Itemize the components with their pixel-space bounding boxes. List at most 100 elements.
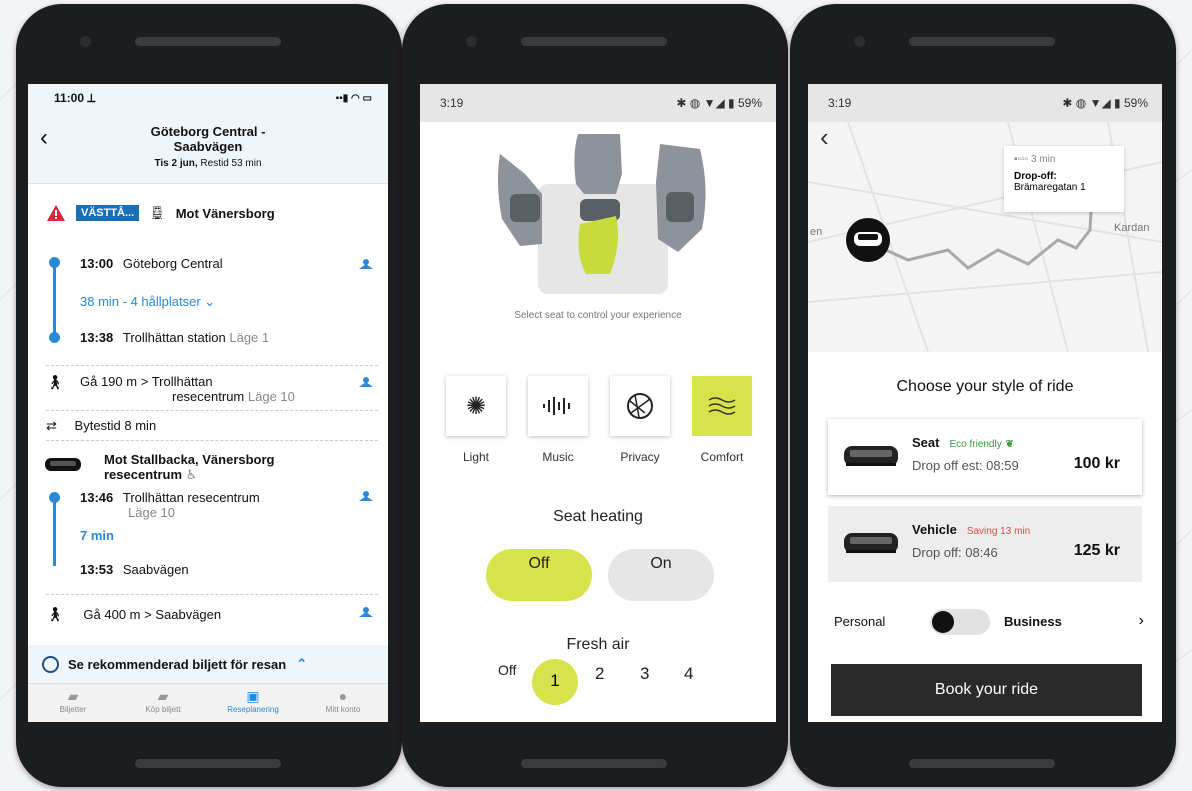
status-bar: 3:19 ✱ ◍ ▼◢ ▮ 59% bbox=[808, 84, 1162, 122]
stops-summary: 38 min - 4 hållplatser bbox=[80, 294, 201, 309]
leg2-arrival-row[interactable]: 13:53 Saabvägen bbox=[80, 562, 189, 577]
ride-option-price: 125 kr bbox=[1073, 542, 1120, 559]
callout-eta: 3 min bbox=[1030, 154, 1056, 165]
walk-row[interactable]: 🚶︎ Gå 190 m > Trollhättan resecentrum Lä… bbox=[46, 374, 346, 404]
map-pin-icon[interactable] bbox=[358, 490, 374, 502]
leg2-departure-time: 13:46 bbox=[80, 490, 114, 505]
line-direction: Mot Vänersborg bbox=[175, 205, 275, 221]
eco-friendly-tag: Eco friendly bbox=[949, 439, 1002, 450]
tab-biljetter[interactable]: ▰ Biljetter bbox=[28, 684, 118, 722]
route-stop-dot bbox=[49, 492, 60, 503]
status-time: 3:19 bbox=[440, 96, 464, 110]
camera bbox=[80, 36, 91, 47]
vehicle-icon bbox=[844, 446, 898, 466]
speaker bbox=[135, 37, 281, 46]
fresh-air-level-3[interactable]: 3 bbox=[640, 664, 649, 684]
walk-platform: Läge 10 bbox=[247, 389, 295, 404]
trip-subtitle: Tis 2 jun, Restid 53 min bbox=[28, 158, 388, 169]
callout-title: Drop-off: bbox=[1014, 171, 1057, 182]
leg2-direction-line1: Mot Stallbacka, Vänersborg bbox=[104, 452, 275, 467]
ride-style-heading: Choose your style of ride bbox=[896, 378, 1074, 395]
fresh-air-level-2[interactable]: 2 bbox=[595, 664, 604, 684]
map-street-label: Kardan bbox=[1114, 222, 1150, 234]
leg2-direction[interactable]: Mot Stallbacka, Vänersborg resecentrum ♿… bbox=[104, 452, 275, 482]
personal-label: Personal bbox=[834, 614, 886, 629]
ride-option-name: Seat bbox=[912, 435, 940, 450]
leaf-icon: ❦ bbox=[1005, 439, 1014, 450]
walk-distance: Gå 190 m bbox=[80, 374, 138, 389]
leg2-departure-stop: Trollhättan resecentrum bbox=[122, 490, 260, 505]
recommended-ticket-bar[interactable]: Se rekommenderad biljett för resan ⌃ bbox=[28, 645, 388, 683]
walk2-row[interactable]: 🚶︎ Gå 400 m > Saabvägen bbox=[46, 606, 221, 623]
walk2-distance: Gå 400 m bbox=[83, 607, 141, 622]
back-icon[interactable]: ‹ bbox=[820, 122, 829, 153]
chevron-right-icon[interactable]: › bbox=[1139, 612, 1144, 630]
transfer-time: Bytestid 8 min bbox=[74, 418, 157, 433]
tab-kop-biljett[interactable]: ▰ Köp biljett bbox=[118, 684, 208, 722]
accessible-icon: ♿︎ bbox=[185, 467, 198, 482]
vehicle-icon bbox=[844, 533, 898, 553]
trip-duration: Restid 53 min bbox=[200, 158, 262, 169]
walk-dest-line2: resecentrum bbox=[172, 389, 245, 404]
option-comfort[interactable]: Comfort bbox=[692, 376, 752, 464]
route-stop-dot bbox=[49, 257, 60, 268]
fresh-air-level-1[interactable]: 1 bbox=[532, 659, 578, 705]
seat-heating-on-button[interactable]: On bbox=[608, 549, 714, 601]
option-label: Music bbox=[542, 450, 574, 464]
route-line bbox=[53, 496, 56, 566]
saving-time-tag: Saving 13 min bbox=[966, 526, 1031, 537]
seat-layout-image[interactable] bbox=[480, 134, 720, 294]
battery-level: 59% bbox=[1123, 96, 1148, 110]
tab-label: Reseplanering bbox=[227, 705, 279, 714]
waveform-icon bbox=[528, 376, 588, 436]
ride-option-name: Vehicle bbox=[912, 522, 957, 537]
arrival-platform: Läge 1 bbox=[229, 330, 270, 345]
phone-frame-3: 3:19 ✱ ◍ ▼◢ ▮ 59% en Kardan ‹ ▪▫▫▫ 3 min… bbox=[790, 4, 1176, 787]
ride-option-eta: Drop off: 08:46 bbox=[912, 545, 998, 560]
route-line bbox=[53, 260, 56, 336]
phone-frame-1: 11:00 ⟂ ▪▪▮ ◠ ▭ ‹ Göteborg Central - Saa… bbox=[16, 4, 402, 787]
back-icon[interactable]: ‹ bbox=[40, 124, 48, 152]
account-type-row: Personal Business › bbox=[834, 609, 1144, 637]
map-pin-icon[interactable] bbox=[358, 606, 374, 618]
toggle-knob bbox=[932, 611, 954, 633]
tab-mitt-konto[interactable]: ● Mitt konto bbox=[298, 684, 388, 722]
callout-address: Brämaregatan 1 bbox=[1014, 182, 1086, 193]
map-pin-icon[interactable] bbox=[358, 258, 374, 270]
ride-option-vehicle[interactable]: Vehicle Saving 13 min Drop off: 08:46 125… bbox=[828, 506, 1142, 582]
line-info-row[interactable]: VÄSTTÅ... 🚆︎ Mot Vänersborg bbox=[46, 204, 275, 222]
walk2-dest: Saabvägen bbox=[155, 607, 222, 622]
map-pin-icon[interactable] bbox=[358, 376, 374, 388]
book-ride-button[interactable]: Book your ride bbox=[831, 664, 1142, 716]
tab-label: Köp biljett bbox=[145, 705, 181, 714]
arrival-time: 13:38 bbox=[80, 330, 114, 345]
battery-level: 59% bbox=[737, 96, 762, 110]
option-light[interactable]: ✺ Light bbox=[446, 376, 506, 464]
fresh-air-off[interactable]: Off bbox=[498, 662, 516, 678]
ride-option-seat[interactable]: Seat Eco friendly ❦ Drop off est: 08:59 1… bbox=[828, 419, 1142, 495]
option-music[interactable]: Music bbox=[528, 376, 588, 464]
bottom-tab-bar: ▰ Biljetter ▰ Köp biljett ▣ Reseplanering ●… bbox=[28, 683, 388, 722]
leg2-departure-row[interactable]: 13:46 Trollhättan resecentrum Läge 10 bbox=[80, 490, 260, 520]
divider bbox=[46, 410, 378, 411]
option-privacy[interactable]: Privacy bbox=[610, 376, 670, 464]
arrival-row[interactable]: 13:38 Trollhättan station Läge 1 bbox=[80, 330, 269, 345]
account-type-toggle[interactable] bbox=[930, 609, 990, 635]
globe-icon bbox=[610, 376, 670, 436]
ride-option-price: 100 kr bbox=[1073, 455, 1120, 472]
train-icon: 🚆︎ bbox=[149, 205, 166, 220]
tab-reseplanering[interactable]: ▣ Reseplanering bbox=[208, 684, 298, 722]
seat-heating-off-button[interactable]: Off bbox=[486, 549, 592, 601]
status-time: 3:19 bbox=[828, 96, 852, 110]
leg2-departure-platform: Läge 10 bbox=[128, 505, 175, 520]
transfer-row: ⇄ Bytestid 8 min bbox=[46, 418, 156, 434]
waves-icon bbox=[692, 376, 752, 436]
bottom-speaker bbox=[909, 759, 1055, 768]
chevron-up-icon: ⌃ bbox=[296, 656, 308, 671]
bottom-speaker bbox=[521, 759, 667, 768]
fresh-air-level-4[interactable]: 4 bbox=[684, 664, 693, 684]
arrival-stop: Trollhättan station bbox=[122, 330, 226, 345]
business-label: Business bbox=[1004, 614, 1062, 629]
departure-row[interactable]: 13:00 Göteborg Central bbox=[80, 256, 223, 271]
stops-expand[interactable]: 38 min - 4 hållplatser ⌄ bbox=[80, 294, 215, 310]
